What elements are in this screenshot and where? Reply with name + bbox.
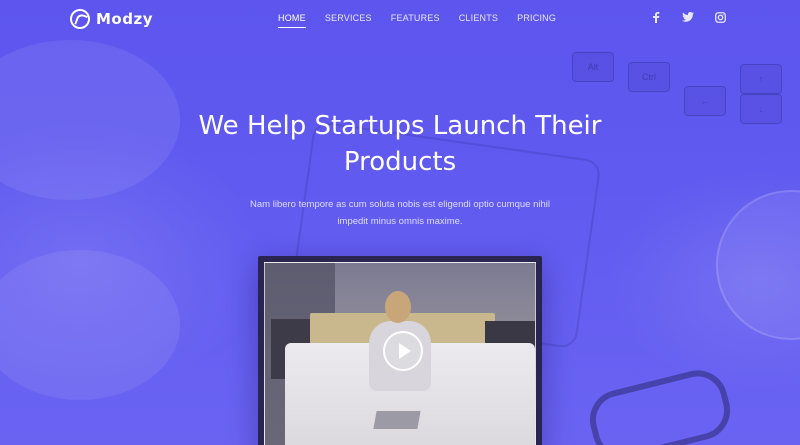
instagram-icon[interactable]: [714, 11, 726, 23]
nav-item-features[interactable]: FEATURES: [391, 13, 440, 23]
video-card: [258, 256, 542, 445]
plant-decoration: [0, 250, 180, 400]
logo-icon: [70, 9, 90, 29]
facebook-icon[interactable]: [650, 11, 662, 23]
keyboard-key: ←: [684, 86, 726, 116]
play-icon: [399, 343, 411, 359]
keyboard-key: Alt: [572, 52, 614, 82]
person-image-part: [385, 291, 411, 323]
keyboard-key: ↑: [740, 64, 782, 94]
keyboard-key: ↓: [740, 94, 782, 124]
nav-item-home[interactable]: HOME: [278, 13, 306, 28]
keyboard-key: Ctrl: [628, 62, 670, 92]
nav-item-services[interactable]: SERVICES: [325, 13, 372, 23]
nav-menu: HOME SERVICES FEATURES CLIENTS PRICING: [278, 13, 575, 28]
twitter-icon[interactable]: [682, 11, 694, 23]
top-navbar: Modzy HOME SERVICES FEATURES CLIENTS PRI…: [0, 0, 800, 38]
social-links: [650, 11, 726, 23]
video-thumbnail[interactable]: [264, 262, 536, 445]
brand-logo[interactable]: Modzy: [70, 9, 153, 29]
glasses-decoration: [583, 364, 737, 445]
brand-name: Modzy: [96, 10, 153, 28]
coffee-cup-decoration: [716, 190, 800, 340]
nav-item-clients[interactable]: CLIENTS: [459, 13, 498, 23]
play-button[interactable]: [383, 331, 423, 371]
hero-subtitle: Nam libero tempore as cum soluta nobis e…: [250, 199, 550, 227]
laptop-image-part: [373, 411, 421, 429]
nav-item-pricing[interactable]: PRICING: [517, 13, 556, 23]
hero-title: We Help Startups Launch Their Products: [198, 111, 602, 177]
